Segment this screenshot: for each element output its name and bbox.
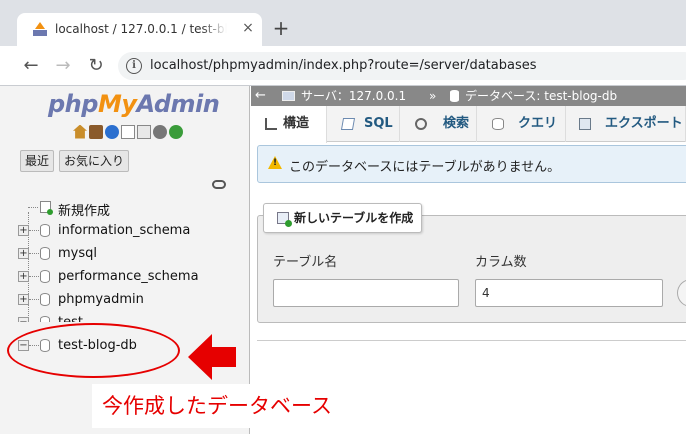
address-url[interactable]: localhost/phpmyadmin/index.php?route=/se…: [150, 58, 536, 73]
site-info-icon[interactable]: i: [126, 58, 142, 74]
reload-icon[interactable]: ↻: [85, 56, 107, 78]
database-icon: [40, 270, 50, 283]
database-tabs: 構造 SQL 検索 クエリ エクスポート: [251, 106, 686, 143]
database-icon: [40, 316, 50, 322]
columns-label: カラム数: [475, 255, 527, 270]
browser-toolbar: ← → ↻ i localhost/phpmyadmin/index.php?r…: [0, 46, 686, 86]
columns-count-input[interactable]: [475, 279, 663, 307]
database-icon: [40, 224, 50, 237]
table-name-label: テーブル名: [273, 255, 338, 270]
collapse-sidebar-icon[interactable]: ←: [255, 86, 266, 106]
documentation-icon[interactable]: [121, 124, 135, 139]
tree-label[interactable]: phpmyadmin: [58, 292, 144, 307]
tab-search[interactable]: 検索: [401, 106, 477, 142]
breadcrumb-separator: »: [429, 89, 437, 103]
browser-tabstrip: localhost / 127.0.0.1 / test-blog-db × +: [0, 0, 686, 46]
new-tab-icon[interactable]: +: [270, 17, 292, 41]
breadcrumb-server[interactable]: サーバ：127.0.0.1: [301, 86, 406, 106]
reload-navigation-icon[interactable]: [169, 124, 183, 139]
logout-icon[interactable]: [89, 124, 103, 139]
breadcrumb-database[interactable]: データベース: test-blog-db: [465, 86, 617, 106]
tree-label[interactable]: information_schema: [58, 223, 190, 238]
tree-item-test[interactable]: − test: [18, 313, 248, 322]
forward-arrow-icon[interactable]: →: [52, 56, 74, 78]
notice-text: このデータベースにはテーブルがありません。: [289, 160, 561, 175]
database-icon: [40, 293, 50, 306]
expand-icon[interactable]: +: [18, 248, 29, 259]
docs-icon[interactable]: [137, 124, 151, 139]
table-name-input[interactable]: [273, 279, 459, 307]
tab-query[interactable]: クエリ: [478, 106, 566, 142]
browser-tab[interactable]: localhost / 127.0.0.1 / test-blog-db ×: [17, 13, 262, 46]
new-database-icon: [40, 201, 53, 215]
phpmyadmin-favicon-icon: [33, 22, 47, 36]
export-icon: [579, 118, 591, 130]
collapse-icon[interactable]: −: [18, 317, 29, 322]
gear-icon[interactable]: [153, 124, 167, 139]
no-tables-notice: ! このデータベースにはテーブルがありません。: [257, 145, 686, 183]
annotation-circle: [7, 323, 180, 378]
tree-item-information-schema[interactable]: + information_schema: [18, 221, 248, 241]
favorites-button[interactable]: お気に入り: [59, 150, 130, 172]
create-table-legend: 新しいテーブルを作成: [263, 203, 423, 233]
sql-icon: [340, 118, 356, 130]
tree-label[interactable]: test: [58, 315, 83, 322]
close-tab-icon[interactable]: ×: [239, 19, 257, 37]
tab-structure[interactable]: 構造: [251, 106, 327, 143]
breadcrumb: ← サーバ：127.0.0.1 » データベース: test-blog-db: [251, 86, 686, 106]
expand-icon[interactable]: +: [18, 271, 29, 282]
structure-icon: [265, 118, 277, 130]
link-with-main-icon[interactable]: [212, 180, 226, 189]
expand-icon[interactable]: +: [18, 225, 29, 236]
tree-item-mysql[interactable]: + mysql: [18, 244, 248, 264]
sidebar-quick-icons: [73, 124, 185, 140]
tree-label-new[interactable]: 新規作成: [58, 200, 110, 219]
query-icon: [492, 118, 504, 130]
database-icon: [450, 90, 459, 102]
annotation-arrow-icon: [188, 334, 236, 380]
tree-item-new[interactable]: 新規作成: [18, 198, 248, 219]
address-bar[interactable]: i localhost/phpmyadmin/index.php?route=/…: [118, 52, 686, 80]
server-icon: [282, 91, 295, 101]
tree-item-performance-schema[interactable]: + performance_schema: [18, 267, 248, 287]
recent-button[interactable]: 最近: [20, 150, 55, 172]
expand-icon[interactable]: +: [18, 294, 29, 305]
browser-tab-title: localhost / 127.0.0.1 / test-blog-db: [55, 22, 227, 36]
search-icon: [415, 118, 427, 130]
section-divider: [257, 340, 686, 341]
back-arrow-icon[interactable]: ←: [20, 56, 42, 78]
tab-sql[interactable]: SQL: [328, 106, 400, 142]
tree-label[interactable]: performance_schema: [58, 269, 199, 284]
home-icon[interactable]: [73, 124, 87, 139]
annotation-label: 今作成したデータベース: [92, 384, 382, 428]
tree-label[interactable]: mysql: [58, 246, 97, 261]
phpmyadmin-logo[interactable]: phpMyAdmin: [48, 90, 220, 118]
tab-export[interactable]: エクスポート: [567, 106, 686, 142]
new-table-icon: [277, 212, 292, 227]
pma-main-panel: ← サーバ：127.0.0.1 » データベース: test-blog-db 構…: [251, 86, 686, 434]
tree-item-phpmyadmin[interactable]: + phpmyadmin: [18, 290, 248, 310]
help-icon[interactable]: [105, 124, 119, 139]
database-icon: [40, 247, 50, 260]
